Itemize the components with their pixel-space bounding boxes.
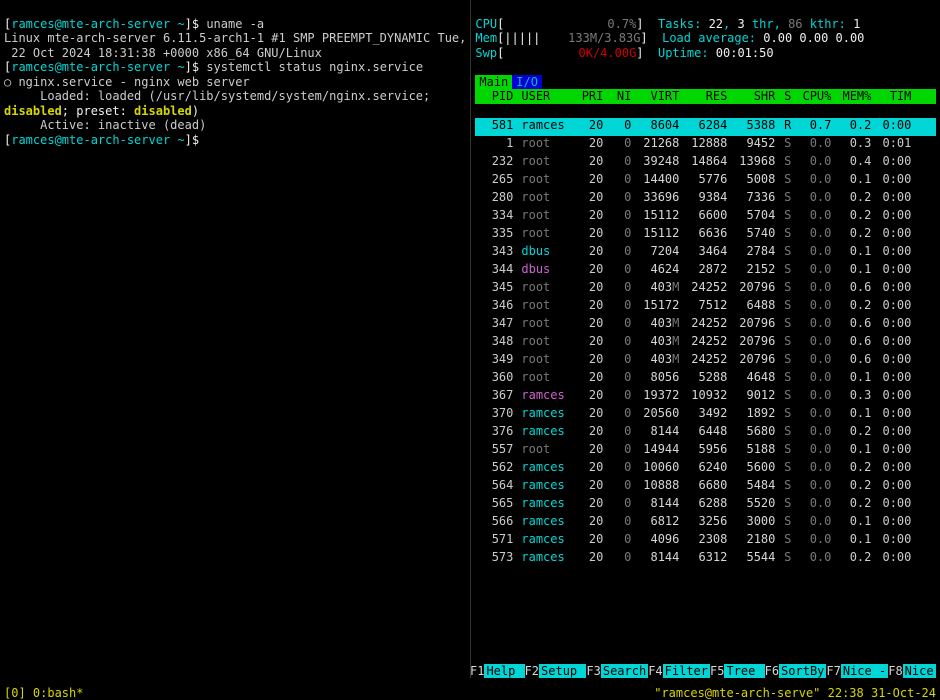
htop-footer[interactable]: F1Help F2Setup F3SearchF4FilterF5Tree F6… xyxy=(470,664,940,679)
load-average: Load average: xyxy=(662,31,763,45)
fkey: F2 xyxy=(525,664,539,678)
output: Active: inactive (dead) xyxy=(4,118,206,132)
process-row[interactable]: 581ramces200860462845388R0.70.20:00 xyxy=(475,118,936,136)
fkey: F8 xyxy=(888,664,902,678)
process-row[interactable]: 562ramces2001006062405600S0.00.20:00 xyxy=(475,460,936,478)
fkey: F5 xyxy=(710,664,724,678)
process-row[interactable]: 557root2001494459565188S0.00.10:00 xyxy=(475,442,936,460)
fkey-label[interactable]: SortBy xyxy=(779,664,826,678)
process-row[interactable]: 349root200403M2425220796S0.00.60:00 xyxy=(475,352,936,370)
tab-io[interactable]: I/O xyxy=(512,75,542,89)
prompt: ramces@mte-arch-server ~ xyxy=(11,133,184,147)
process-row[interactable]: 343dbus200720434642784S0.00.10:00 xyxy=(475,244,936,262)
fkey: F3 xyxy=(586,664,600,678)
htop-pane[interactable]: CPU[0.7%] Tasks: 22, 3 thr, 86 kthr: 1 M… xyxy=(471,0,940,678)
fkey-label[interactable]: Search xyxy=(601,664,648,678)
process-row[interactable]: 346root2001517275126488S0.00.20:00 xyxy=(475,298,936,316)
process-row[interactable]: 347root200403M2425220796S0.00.60:00 xyxy=(475,316,936,334)
status-disabled: disabled xyxy=(4,104,62,118)
cpu-meter: CPU xyxy=(475,17,497,31)
fkey-label[interactable]: Filter xyxy=(663,664,710,678)
process-row[interactable]: 566ramces200681232563000S0.00.10:00 xyxy=(475,514,936,532)
fkey-label[interactable]: Setup xyxy=(539,664,586,678)
process-row[interactable]: 344dbus200462428722152S0.00.10:00 xyxy=(475,262,936,280)
process-row[interactable]: 232root200392481486413968S0.00.40:00 xyxy=(475,154,936,172)
process-row[interactable]: 367ramces20019372109329012S0.00.30:00 xyxy=(475,388,936,406)
terminal-left-pane[interactable]: [ramces@mte-arch-server ~]$ uname -a Lin… xyxy=(0,0,471,678)
output: Loaded: loaded (/usr/lib/systemd/system/… xyxy=(4,89,437,103)
swap-meter: Swp xyxy=(475,46,497,60)
process-row[interactable]: 360root200805652884648S0.00.10:00 xyxy=(475,370,936,388)
tmux-status-right: "ramces@mte-arch-serve" 22:38 31-Oct-24 xyxy=(654,686,936,700)
prompt: ramces@mte-arch-server ~ xyxy=(11,17,184,31)
process-row[interactable]: 370ramces2002056034921892S0.00.10:00 xyxy=(475,406,936,424)
uptime: Uptime: xyxy=(658,46,716,60)
tab-main[interactable]: Main xyxy=(475,75,512,89)
process-row[interactable]: 345root200403M2425220796S0.00.60:00 xyxy=(475,280,936,298)
fkey: F7 xyxy=(826,664,840,678)
status-disabled: disabled xyxy=(134,104,192,118)
tmux-status-left: [0] 0:bash* xyxy=(4,686,83,700)
process-row[interactable]: 348root200403M2425220796S0.00.60:00 xyxy=(475,334,936,352)
fkey: F1 xyxy=(470,664,484,678)
mem-meter: Mem xyxy=(475,31,497,45)
prompt: ramces@mte-arch-server ~ xyxy=(11,60,184,74)
output: ○ nginx.service - nginx web server xyxy=(4,75,250,89)
process-row[interactable]: 1root20021268128889452S0.00.30:01 xyxy=(475,136,936,154)
fkey-label[interactable]: Help xyxy=(484,664,524,678)
process-row[interactable]: 265root2001440057765008S0.00.10:00 xyxy=(475,172,936,190)
fkey-label[interactable]: Nice - xyxy=(841,664,888,678)
process-row[interactable]: 280root2003369693847336S0.00.20:00 xyxy=(475,190,936,208)
fkey-label[interactable]: Tree xyxy=(724,664,764,678)
process-row[interactable]: 573ramces200814463125544S0.00.20:00 xyxy=(475,550,936,568)
fkey-label[interactable]: Nice xyxy=(903,664,936,678)
output: Linux mte-arch-server 6.11.5-arch1-1 #1 … xyxy=(4,31,466,60)
fkey: F6 xyxy=(765,664,779,678)
process-row[interactable]: 335root2001511266365740S0.00.20:00 xyxy=(475,226,936,244)
process-row[interactable]: 564ramces2001088866805484S0.00.20:00 xyxy=(475,478,936,496)
command: uname -a xyxy=(206,17,264,31)
process-row[interactable]: 334root2001511266005704S0.00.20:00 xyxy=(475,208,936,226)
process-header[interactable]: PIDUSERPRINIVIRTRESSHRSCPU%MEM%TIM xyxy=(475,89,936,104)
process-row[interactable]: 376ramces200814464485680S0.00.20:00 xyxy=(475,424,936,442)
process-row[interactable]: 571ramces200409623082180S0.00.10:00 xyxy=(475,532,936,550)
command: systemctl status nginx.service xyxy=(206,60,423,74)
fkey: F4 xyxy=(648,664,662,678)
tasks-label: Tasks: xyxy=(658,17,709,31)
process-row[interactable]: 565ramces200814462885520S0.00.20:00 xyxy=(475,496,936,514)
process-list[interactable]: 581ramces200860462845388R0.70.20:001root… xyxy=(475,118,936,568)
